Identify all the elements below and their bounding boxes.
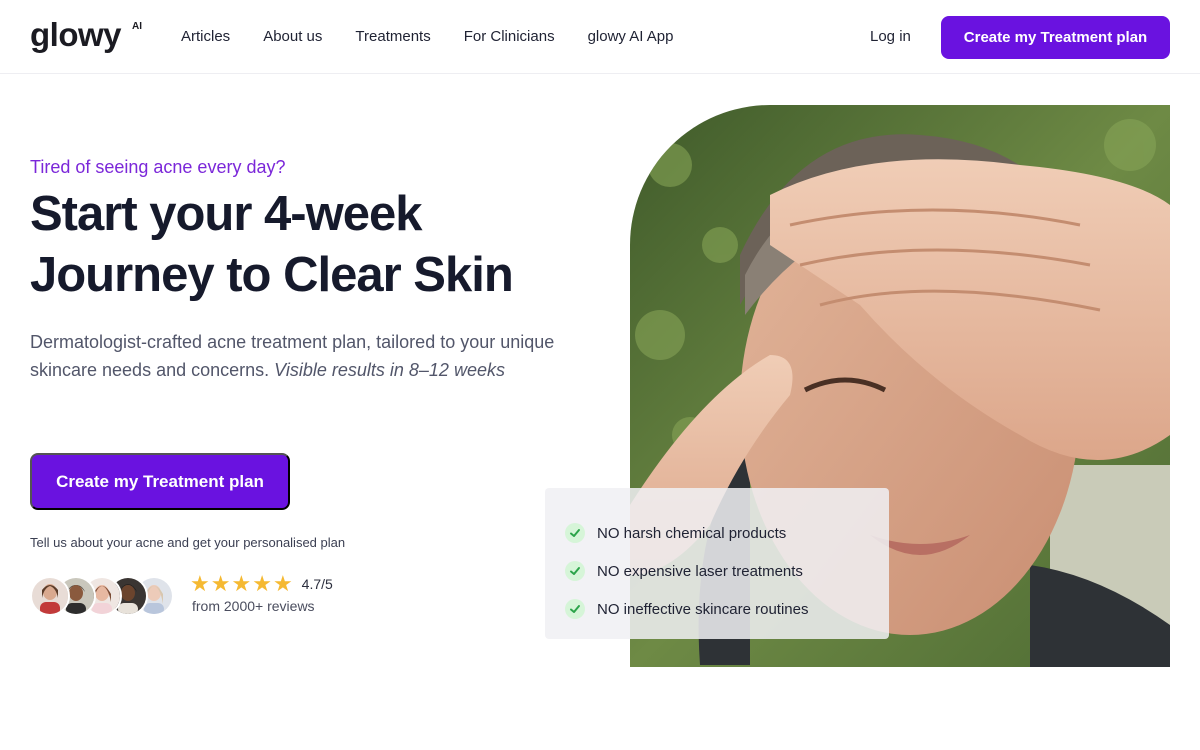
header-cta-button[interactable]: Create my Treatment plan bbox=[941, 16, 1170, 59]
hero-eyebrow: Tired of seeing acne every day? bbox=[30, 157, 286, 177]
rating-value: 4.7/5 bbox=[301, 576, 333, 592]
hero-cta-button[interactable]: Create my Treatment plan bbox=[30, 453, 290, 510]
benefit-item: NO expensive laser treatments bbox=[545, 552, 889, 590]
benefit-text: NO harsh chemical products bbox=[597, 524, 787, 542]
site-header: glowy AI Articles About us Treatments Fo… bbox=[0, 0, 1200, 74]
nav-for-clinicians[interactable]: For Clinicians bbox=[464, 27, 555, 47]
rating-stars: ★ ★ ★ ★ ★ 4.7/5 bbox=[190, 573, 333, 595]
check-icon bbox=[565, 599, 585, 619]
benefit-text: NO ineffective skincare routines bbox=[597, 600, 809, 618]
star-icon: ★ bbox=[210, 571, 231, 596]
reviewer-avatars bbox=[30, 576, 180, 616]
benefit-item: NO ineffective skincare routines bbox=[545, 590, 889, 628]
review-count: from 2000+ reviews bbox=[192, 598, 315, 614]
hero-headline: Start your 4-week Journey to Clear Skin bbox=[30, 184, 590, 306]
benefit-item: NO harsh chemical products bbox=[545, 514, 889, 552]
nav-glowy-ai-app[interactable]: glowy AI App bbox=[588, 27, 674, 47]
nav-treatments[interactable]: Treatments bbox=[355, 27, 430, 47]
check-icon bbox=[565, 523, 585, 543]
main-nav: Articles About us Treatments For Clinici… bbox=[181, 27, 706, 47]
star-icon: ★ bbox=[272, 571, 293, 596]
login-link[interactable]: Log in bbox=[870, 27, 911, 47]
hero-description: Dermatologist-crafted acne treatment pla… bbox=[30, 328, 570, 384]
star-icon: ★ bbox=[190, 571, 210, 596]
nav-about-us[interactable]: About us bbox=[263, 27, 322, 47]
check-icon bbox=[565, 561, 585, 581]
benefits-card: NO harsh chemical products NO expensive … bbox=[545, 488, 889, 639]
hero-subtext: Tell us about your acne and get your per… bbox=[30, 535, 346, 550]
nav-articles[interactable]: Articles bbox=[181, 27, 230, 47]
description-emphasis: Visible results in 8–12 weeks bbox=[274, 360, 505, 380]
headline-line-1: Start your 4-week bbox=[30, 187, 422, 241]
benefit-text: NO expensive laser treatments bbox=[597, 562, 803, 580]
logo[interactable]: glowy bbox=[30, 16, 122, 54]
headline-line-2: Journey to Clear Skin bbox=[30, 248, 514, 302]
avatar bbox=[30, 576, 70, 616]
star-icon: ★ bbox=[231, 571, 252, 596]
star-icon: ★ bbox=[252, 571, 272, 596]
logo-ai-badge: AI bbox=[132, 21, 142, 32]
